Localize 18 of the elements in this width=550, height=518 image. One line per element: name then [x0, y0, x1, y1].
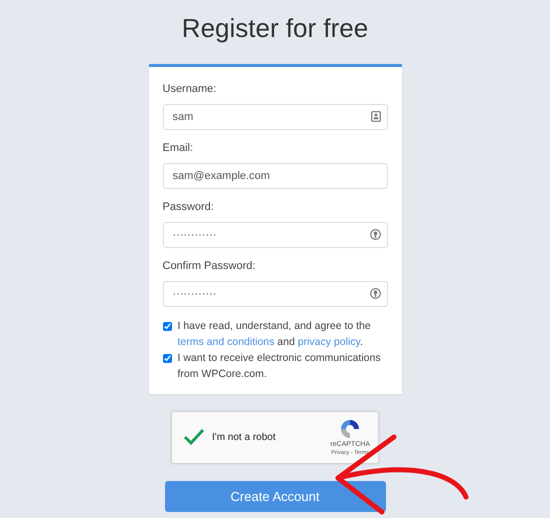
input-field[interactable]: ············: [162, 222, 388, 248]
checkbox[interactable]: [162, 354, 172, 363]
input-field[interactable]: sam: [162, 104, 388, 130]
checkbox[interactable]: [162, 322, 172, 331]
checkbox-label: I have read, understand, and agree to the terms and conditions and privacy policy.: [178, 319, 372, 350]
input-field[interactable]: ············: [162, 281, 388, 307]
contact-card-icon: [370, 111, 380, 122]
recaptcha-logo-icon: [339, 418, 362, 440]
checkbox-label: I want to receive electronic communications from WPCore.com.: [178, 351, 382, 382]
captcha-label: I'm not a robot: [212, 431, 277, 445]
key-icon: [370, 288, 380, 299]
key-icon: [370, 229, 380, 240]
page-title: Register for free: [182, 12, 368, 44]
input-field[interactable]: sam@example.com: [162, 163, 388, 189]
field-label: Email:: [162, 141, 194, 155]
field-label: Confirm Password:: [162, 259, 256, 273]
field-label: Username:: [162, 82, 218, 96]
field-label: Password:: [162, 200, 215, 214]
